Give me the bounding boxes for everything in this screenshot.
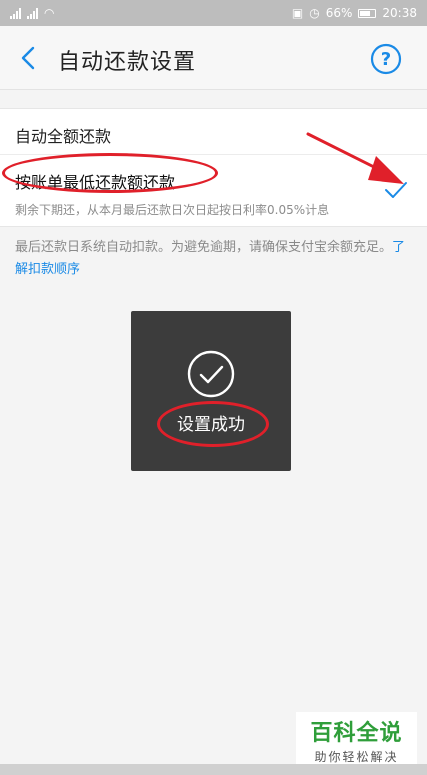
nfc-icon: ▣ — [291, 6, 304, 20]
annotation-circle — [157, 401, 269, 447]
page-title: 自动还款设置 — [58, 50, 197, 75]
signal-icon-2 — [27, 7, 38, 19]
info-text: 最后还款日系统自动扣款。为避免逾期，请确保支付宝余额充足。了解扣款顺序 — [15, 237, 410, 281]
status-bar: ◠ ▣ ◷ 66% 20:38 — [0, 0, 427, 26]
option-label: 自动全额还款 — [15, 127, 112, 146]
question-circle-icon[interactable]: ? — [370, 43, 402, 75]
nav-bar: 自动还款设置 ? — [0, 26, 427, 90]
watermark-logo: 百科全说 助你轻松解决 — [296, 712, 417, 766]
check-circle-icon — [187, 350, 235, 398]
success-toast: 设置成功 — [131, 311, 291, 471]
annotation-arrow-icon — [306, 132, 404, 184]
annotation-circle — [2, 153, 218, 193]
battery-percent: 66% — [325, 6, 353, 20]
system-bottom-bar — [0, 764, 427, 775]
info-message: 最后还款日系统自动扣款。为避免逾期，请确保支付宝余额充足。 — [15, 240, 393, 255]
watermark-title: 百科全说 — [310, 721, 403, 746]
wifi-icon: ◠ — [44, 6, 55, 20]
option-description: 剩余下期还，从本月最后还款日次日起按日利率0.05%计息 — [15, 203, 330, 217]
status-time: 20:38 — [382, 6, 417, 20]
chevron-left-icon[interactable] — [18, 46, 40, 70]
battery-icon — [358, 8, 377, 18]
watermark-subtitle: 助你轻松解决 — [314, 750, 399, 764]
alarm-icon: ◷ — [309, 6, 320, 20]
signal-icon — [10, 7, 21, 19]
status-right: ▣ ◷ 66% 20:38 — [292, 6, 417, 20]
svg-text:?: ? — [381, 49, 391, 70]
status-left: ◠ — [10, 6, 54, 20]
